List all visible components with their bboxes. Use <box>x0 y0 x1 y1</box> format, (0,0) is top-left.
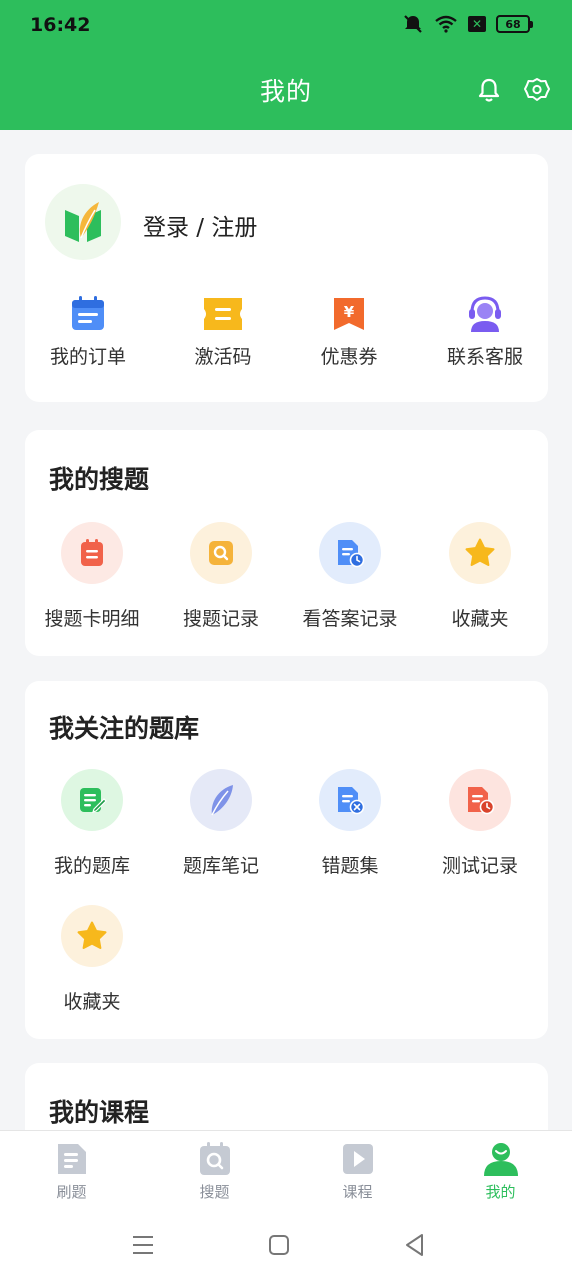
feather-icon <box>211 785 233 816</box>
search-record-item[interactable]: 搜题记录 <box>156 522 286 631</box>
answer-record-item[interactable]: 看答案记录 <box>285 522 415 631</box>
bell-icon[interactable] <box>475 76 503 104</box>
activation-code-item[interactable]: 激活码 <box>158 294 288 369</box>
wrong-questions-item[interactable]: 错题集 <box>285 769 415 878</box>
tab-courses[interactable]: 课程 <box>286 1141 429 1202</box>
my-courses-title: 我的课程 <box>49 1098 150 1127</box>
search-favorites-item[interactable]: 收藏夹 <box>415 522 545 631</box>
star-icon <box>77 921 107 949</box>
wrong-questions-icon <box>338 787 365 815</box>
login-register-link[interactable]: 登录 / 注册 <box>143 208 257 242</box>
customer-service-icon <box>469 296 501 332</box>
course-play-icon <box>342 1144 373 1174</box>
tab-profile[interactable]: 我的 <box>429 1141 572 1202</box>
answer-record-icon <box>338 540 365 568</box>
my-search-title: 我的搜题 <box>49 465 150 494</box>
followed-banks-card: 我关注的题库 我的题库 题库笔记 错题集 测试记录 收藏夹 <box>25 681 548 1039</box>
customer-service-item[interactable]: 联系客服 <box>420 294 550 369</box>
search-record-icon <box>209 541 233 565</box>
status-bar: 16:42 ✕ 68 <box>0 0 572 52</box>
my-bank-icon <box>80 788 107 813</box>
profile-card: 登录 / 注册 我的订单 激活码 ¥ 优惠券 联系客服 <box>25 154 548 402</box>
battery-indicator: 68 <box>496 15 533 33</box>
app-header: 16:42 ✕ 68 我的 <box>0 0 572 130</box>
test-record-item[interactable]: 测试记录 <box>415 769 545 878</box>
coupon-item[interactable]: ¥ 优惠券 <box>284 294 414 369</box>
my-orders-item[interactable]: 我的订单 <box>23 294 153 369</box>
settings-gear-icon[interactable] <box>523 76 551 104</box>
app-logo-icon <box>65 202 101 242</box>
followed-banks-title: 我关注的题库 <box>49 714 200 743</box>
test-record-icon <box>468 787 495 815</box>
bank-favorites-item[interactable]: 收藏夹 <box>27 905 157 1014</box>
svg-text:¥: ¥ <box>344 303 355 321</box>
status-icons: ✕ 68 <box>402 14 533 34</box>
star-icon <box>465 538 495 566</box>
ticket-icon <box>204 298 242 330</box>
my-search-card: 我的搜题 搜题卡明细 搜题记录 看答案记录 收藏夹 <box>25 430 548 656</box>
home-icon[interactable] <box>265 1231 293 1259</box>
order-icon <box>72 296 104 330</box>
avatar[interactable] <box>45 184 121 260</box>
sim-off-icon: ✕ <box>468 16 486 32</box>
profile-icon <box>483 1143 518 1176</box>
tab-search[interactable]: 搜题 <box>143 1141 286 1202</box>
bottom-tab-bar: 刷题 搜题 课程 我的 <box>0 1130 572 1280</box>
wifi-icon <box>435 15 457 33</box>
mute-icon <box>404 15 422 33</box>
coupon-icon: ¥ <box>334 298 364 330</box>
back-icon[interactable] <box>401 1231 429 1259</box>
search-card-detail-item[interactable]: 搜题卡明细 <box>27 522 157 631</box>
bank-notes-item[interactable]: 题库笔记 <box>156 769 286 878</box>
search-tab-icon <box>199 1142 230 1175</box>
menu-icon[interactable] <box>129 1231 157 1259</box>
status-time: 16:42 <box>30 14 91 36</box>
my-bank-item[interactable]: 我的题库 <box>27 769 157 878</box>
practice-icon <box>57 1144 86 1174</box>
tab-practice[interactable]: 刷题 <box>0 1141 143 1202</box>
card-detail-icon <box>81 539 103 566</box>
